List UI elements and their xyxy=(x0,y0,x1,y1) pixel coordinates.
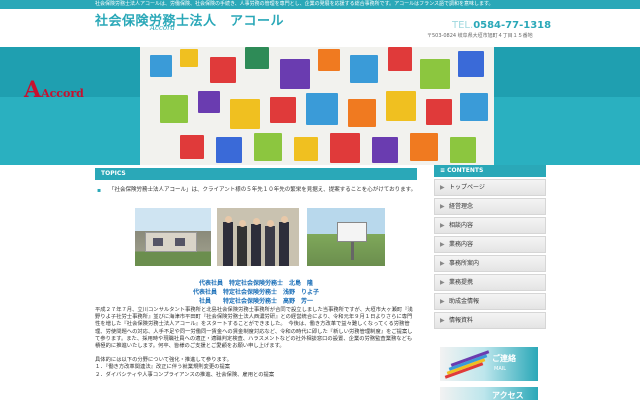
topics-heading: TOPICS xyxy=(95,168,417,180)
contact-banner-title: ご連絡 xyxy=(492,354,516,363)
body-paragraph-1: 平成２７年７月、立川コンサルタント事務所と北島社会保険労務士事務所が合同で設立し… xyxy=(95,307,413,350)
contents-heading-label: CONTENTS xyxy=(447,167,484,174)
sidebar: ≡ CONTENTS ▶ トップページ ▶ 経営理念 ▶ 相談内容 ▶ 業務内容 ▶ 事務… xyxy=(434,165,546,400)
sidebar-item-label: 事務所案内 xyxy=(449,260,480,267)
body-text: 平成２７年７月、立川コンサルタント事務所と北島社会保険労務士事務所が合同で設立し… xyxy=(95,307,417,379)
hero-banner: AAccord xyxy=(0,47,640,165)
staff-photos xyxy=(135,208,385,266)
contact-banner-sub: MAIL xyxy=(494,366,506,372)
intro-text: ▪ 「社会保険労務士法人アコール」は、クライアント様の５年先１０年先の繁栄を見据… xyxy=(95,187,417,194)
sidebar-item-label: 助成金情報 xyxy=(449,298,480,305)
arrow-right-icon: ▶ xyxy=(440,184,445,191)
sidebar-item-office[interactable]: ▶ 事務所案内 xyxy=(434,255,546,272)
sidebar-nav: ▶ トップページ ▶ 経営理念 ▶ 相談内容 ▶ 業務内容 ▶ 事務所案内 ▶ 業務提携 ▶… xyxy=(434,179,546,331)
office-building-photo xyxy=(135,208,211,266)
arrow-right-icon: ▶ xyxy=(440,279,445,286)
representatives-list: 代表社員 特定社会保険労務士 北島 隆 代表社員 特定社会保険労務士 浅野 りよ… xyxy=(95,279,417,306)
sidebar-item-label: 情報資料 xyxy=(449,317,474,324)
hero-cubes-image xyxy=(140,47,494,165)
sidebar-item-consultation[interactable]: ▶ 相談内容 xyxy=(434,217,546,234)
sidebar-item-label: 業務内容 xyxy=(449,241,474,248)
top-notice-text: 社会保険労務士法人アコールは、労働保険、社会保険の手続き、人事労務の管理を専門と… xyxy=(95,1,494,7)
sidebar-item-label: トップページ xyxy=(449,184,485,191)
phone-number: TEL.0584-77-1318 xyxy=(452,20,551,31)
access-banner[interactable]: アクセス xyxy=(440,387,538,400)
sidebar-item-label: 相談内容 xyxy=(449,222,474,229)
sidebar-item-subsidy[interactable]: ▶ 助成金情報 xyxy=(434,293,546,310)
tel-label: TEL. xyxy=(452,20,474,31)
top-notice-bar: 社会保険労務士法人アコールは、労働保険、社会保険の手続き、人事労務の管理を専門と… xyxy=(0,0,640,9)
list-icon: ≡ xyxy=(440,167,446,174)
sidebar-item-label: 業務提携 xyxy=(449,279,474,286)
site-subtitle: Accord xyxy=(150,24,175,32)
focus-item-2: ２．ダイバシティや人事コンプライアンスの推進、社会保険、雇用との提案 xyxy=(95,371,275,378)
sidebar-item-top[interactable]: ▶ トップページ xyxy=(434,179,546,196)
intro-body: 「社会保険労務士法人アコール」は、クライアント様の５年先１０年先の繁栄を見据え、… xyxy=(109,187,417,193)
logo-text: Accord xyxy=(41,87,84,100)
arrow-right-icon: ▶ xyxy=(440,203,445,210)
logo-letter: A xyxy=(24,77,42,103)
site-title[interactable]: 社会保険労務士法人 アコール xyxy=(95,10,284,29)
logo[interactable]: AAccord xyxy=(24,77,84,103)
office-sign-photo xyxy=(307,208,385,266)
site-header: 社会保険労務士法人 アコール Accord TEL.0584-77-1318 〒… xyxy=(0,9,640,47)
arrow-right-icon: ▶ xyxy=(440,241,445,248)
representative-1: 代表社員 特定社会保険労務士 北島 隆 xyxy=(198,280,313,287)
arrow-right-icon: ▶ xyxy=(440,222,445,229)
pencils-icon xyxy=(444,350,490,379)
staff-group-photo xyxy=(217,208,299,266)
access-banner-title: アクセス xyxy=(492,391,524,400)
arrow-right-icon: ▶ xyxy=(440,298,445,305)
focus-item-1: １．『働き方改革関連法』改正に伴う就業規則変更の提案 xyxy=(95,364,231,371)
representative-2: 代表社員 特定社会保険労務士 浅野 りよ子 xyxy=(192,289,319,296)
representative-3: 社員 特定社会保険労務士 高野 芳一 xyxy=(198,298,313,305)
arrow-right-icon: ▶ xyxy=(440,260,445,267)
sidebar-item-philosophy[interactable]: ▶ 経営理念 xyxy=(434,198,546,215)
main-content: TOPICS ▪ 「社会保険労務士法人アコール」は、クライアント様の５年先１０年… xyxy=(95,168,417,400)
contents-heading: ≡ CONTENTS xyxy=(434,165,546,177)
sidebar-item-partnership[interactable]: ▶ 業務提携 xyxy=(434,274,546,291)
address: 〒503-0824 岐阜県大垣市旭町４丁目１５番地 xyxy=(427,33,533,39)
arrow-right-icon: ▶ xyxy=(440,317,445,324)
bullet-icon: ▪ xyxy=(97,187,102,194)
sidebar-item-services[interactable]: ▶ 業務内容 xyxy=(434,236,546,253)
sidebar-item-label: 経営理念 xyxy=(449,203,474,210)
tel-number: 0584-77-1318 xyxy=(473,20,552,31)
contact-banner[interactable]: ご連絡 MAIL xyxy=(440,347,538,381)
sidebar-item-resources[interactable]: ▶ 情報資料 xyxy=(434,312,546,329)
